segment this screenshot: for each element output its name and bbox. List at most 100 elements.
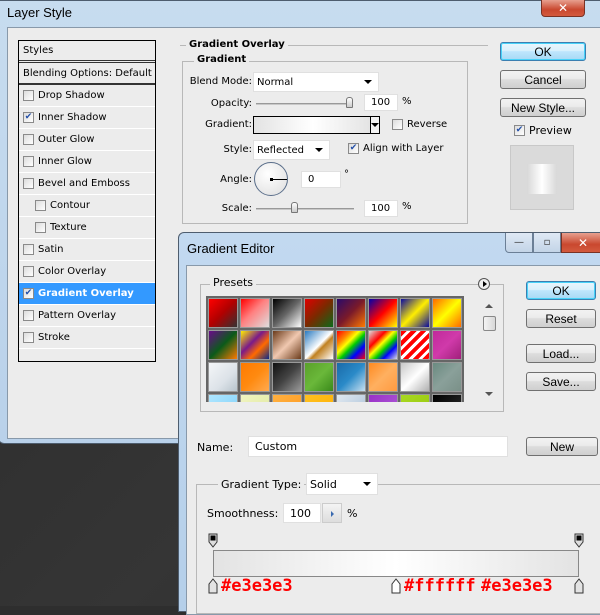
checkbox-icon[interactable] bbox=[23, 90, 34, 101]
reset-button[interactable]: Reset bbox=[526, 309, 596, 328]
gradient-editor-close-button[interactable]: ✕ bbox=[561, 233, 600, 253]
checkbox-icon[interactable] bbox=[23, 156, 34, 167]
preset-swatch[interactable] bbox=[400, 394, 430, 402]
styles-header[interactable]: Styles bbox=[19, 41, 155, 63]
smoothness-stepper[interactable] bbox=[322, 503, 342, 523]
gradient-type-select[interactable]: Solid bbox=[306, 473, 378, 495]
angle-dial[interactable] bbox=[254, 162, 288, 196]
preset-swatch[interactable] bbox=[400, 298, 430, 328]
checkbox-icon[interactable] bbox=[23, 310, 34, 321]
preset-swatch[interactable] bbox=[208, 394, 238, 402]
checkbox-icon[interactable] bbox=[23, 244, 34, 255]
scale-slider-track[interactable] bbox=[256, 208, 354, 210]
save-button[interactable]: Save... bbox=[526, 372, 596, 391]
opacity-slider-track[interactable] bbox=[256, 103, 350, 105]
effect-item[interactable]: ✔ Inner Shadow bbox=[19, 107, 155, 129]
preset-swatch[interactable] bbox=[240, 362, 270, 392]
preset-swatch[interactable] bbox=[400, 362, 430, 392]
preset-swatch[interactable] bbox=[272, 394, 302, 402]
presets-scrollbar[interactable] bbox=[482, 298, 498, 402]
preset-swatch[interactable] bbox=[208, 330, 238, 360]
color-stop[interactable] bbox=[391, 578, 401, 594]
effect-item[interactable]: Satin bbox=[19, 239, 155, 261]
checkbox-icon[interactable] bbox=[23, 178, 34, 189]
minimize-button[interactable]: — bbox=[505, 233, 533, 253]
checkbox-icon[interactable] bbox=[23, 134, 34, 145]
presets-menu-button[interactable] bbox=[478, 278, 490, 290]
opacity-slider-thumb[interactable] bbox=[346, 97, 353, 108]
checkbox-icon[interactable] bbox=[35, 200, 46, 211]
effect-item[interactable]: Bevel and Emboss bbox=[19, 173, 155, 195]
editor-ok-button[interactable]: OK bbox=[526, 281, 596, 300]
preset-swatch[interactable] bbox=[368, 330, 398, 360]
checkbox-icon[interactable] bbox=[35, 222, 46, 233]
name-input[interactable]: Custom bbox=[248, 436, 508, 457]
scroll-thumb[interactable] bbox=[483, 316, 496, 331]
opacity-input[interactable]: 100 bbox=[364, 94, 398, 111]
preset-swatch[interactable] bbox=[304, 394, 334, 402]
checkbox-icon[interactable] bbox=[23, 332, 34, 343]
preset-swatch[interactable] bbox=[432, 394, 462, 402]
scale-slider-thumb[interactable] bbox=[291, 202, 299, 213]
preset-swatch[interactable] bbox=[304, 330, 334, 360]
checkbox-icon[interactable] bbox=[23, 266, 34, 277]
blend-mode-select[interactable]: Normal bbox=[253, 72, 379, 92]
ok-button[interactable]: OK bbox=[500, 42, 586, 61]
preset-swatch[interactable] bbox=[304, 362, 334, 392]
blending-options-item[interactable]: Blending Options: Default bbox=[19, 63, 155, 85]
effect-item[interactable]: Drop Shadow bbox=[19, 85, 155, 107]
scroll-down-icon[interactable] bbox=[485, 392, 493, 396]
preset-swatch[interactable] bbox=[368, 362, 398, 392]
opacity-stop[interactable] bbox=[574, 533, 584, 548]
preset-swatch[interactable] bbox=[240, 330, 270, 360]
preset-swatch[interactable] bbox=[240, 394, 270, 402]
preset-swatch[interactable] bbox=[240, 298, 270, 328]
smoothness-input[interactable]: 100 bbox=[283, 503, 321, 523]
preset-swatch[interactable] bbox=[368, 394, 398, 402]
cancel-button[interactable]: Cancel bbox=[500, 70, 586, 89]
preset-swatch[interactable] bbox=[208, 362, 238, 392]
new-style-button[interactable]: New Style... bbox=[500, 98, 586, 117]
style-select[interactable]: Reflected bbox=[253, 140, 330, 160]
preset-swatch[interactable] bbox=[272, 330, 302, 360]
preset-swatch[interactable] bbox=[208, 298, 238, 328]
preset-swatch[interactable] bbox=[336, 298, 366, 328]
scale-input[interactable]: 100 bbox=[364, 200, 398, 217]
effect-item[interactable]: Pattern Overlay bbox=[19, 305, 155, 327]
effect-item[interactable]: Inner Glow bbox=[19, 151, 155, 173]
effect-item[interactable]: Outer Glow bbox=[19, 129, 155, 151]
reverse-checkbox[interactable]: Reverse bbox=[392, 119, 447, 130]
effect-item[interactable]: Contour bbox=[19, 195, 155, 217]
effect-item[interactable]: Stroke bbox=[19, 327, 155, 349]
preset-swatch[interactable] bbox=[304, 298, 334, 328]
preset-swatch[interactable] bbox=[432, 362, 462, 392]
maximize-button[interactable]: ▫ bbox=[533, 233, 561, 253]
preset-swatch[interactable] bbox=[272, 298, 302, 328]
preset-swatch[interactable] bbox=[368, 298, 398, 328]
scroll-up-icon[interactable] bbox=[485, 304, 493, 308]
preset-swatch[interactable] bbox=[272, 362, 302, 392]
preset-swatch[interactable] bbox=[432, 298, 462, 328]
color-stop[interactable] bbox=[574, 578, 584, 594]
preview-checkbox[interactable]: ✔ Preview bbox=[514, 124, 572, 137]
effect-item[interactable]: Texture bbox=[19, 217, 155, 239]
layer-style-close-button[interactable]: ✕ bbox=[541, 0, 585, 17]
checkbox-icon[interactable]: ✔ bbox=[23, 112, 34, 123]
effect-item[interactable]: ✔ Gradient Overlay bbox=[19, 283, 155, 305]
effect-item[interactable]: Color Overlay bbox=[19, 261, 155, 283]
angle-input[interactable]: 0 bbox=[301, 171, 341, 188]
preset-swatch[interactable] bbox=[336, 362, 366, 392]
align-with-layer-checkbox[interactable]: ✔ Align with Layer bbox=[348, 143, 444, 154]
preset-swatch[interactable] bbox=[336, 330, 366, 360]
color-stop[interactable] bbox=[208, 578, 218, 594]
preset-swatch[interactable] bbox=[336, 394, 366, 402]
gradient-picker-preview[interactable] bbox=[253, 116, 373, 134]
opacity-stop[interactable] bbox=[208, 533, 218, 548]
preset-swatch[interactable] bbox=[432, 330, 462, 360]
checkbox-icon[interactable]: ✔ bbox=[23, 288, 34, 299]
preset-swatch[interactable] bbox=[400, 330, 430, 360]
gradient-picker-dropdown[interactable] bbox=[370, 116, 380, 134]
load-button[interactable]: Load... bbox=[526, 344, 596, 363]
new-button[interactable]: New bbox=[526, 437, 598, 456]
gradient-bar[interactable] bbox=[213, 550, 579, 577]
